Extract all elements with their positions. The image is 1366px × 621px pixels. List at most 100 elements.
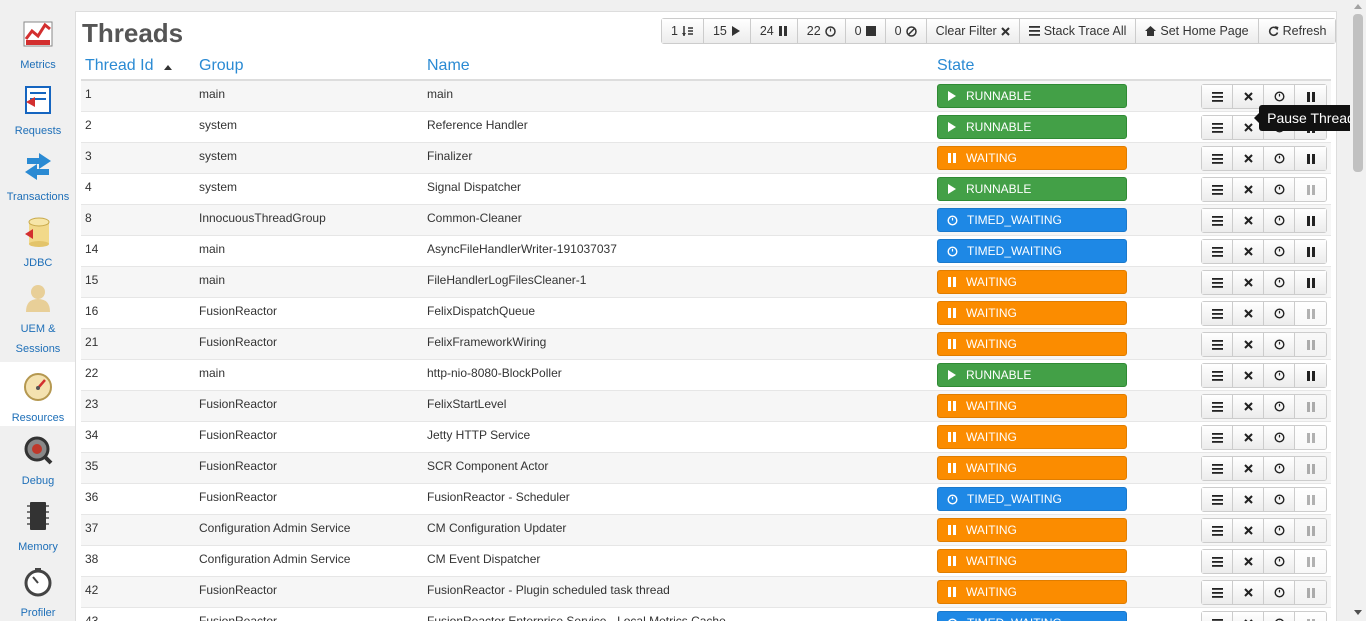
stack-trace-button[interactable] (1202, 395, 1233, 418)
thread-state-badge[interactable]: WAITING (937, 394, 1127, 418)
pause-thread-button[interactable] (1295, 147, 1326, 170)
thread-state-badge[interactable]: WAITING (937, 332, 1127, 356)
kill-thread-button[interactable] (1233, 178, 1264, 201)
thread-state-badge[interactable]: RUNNABLE (937, 115, 1127, 139)
stack-trace-all-button[interactable]: Stack Trace All (1019, 19, 1137, 43)
stack-trace-button[interactable] (1202, 426, 1233, 449)
stack-trace-button[interactable] (1202, 519, 1233, 542)
profile-thread-button[interactable] (1264, 209, 1295, 232)
kill-thread-button[interactable] (1233, 550, 1264, 573)
stack-trace-button[interactable] (1202, 364, 1233, 387)
profile-thread-button[interactable] (1264, 147, 1295, 170)
thread-state-badge[interactable]: WAITING (937, 146, 1127, 170)
stack-trace-button[interactable] (1202, 333, 1233, 356)
profile-thread-button[interactable] (1264, 519, 1295, 542)
column-header-name[interactable]: Name (427, 57, 470, 75)
thread-state-badge[interactable]: RUNNABLE (937, 363, 1127, 387)
profile-thread-button[interactable] (1264, 488, 1295, 511)
pause-thread-button[interactable] (1295, 209, 1326, 232)
sidebar-item-jdbc[interactable]: JDBC (0, 217, 76, 273)
stack-trace-button[interactable] (1202, 85, 1233, 108)
profile-thread-button[interactable] (1264, 271, 1295, 294)
kill-thread-button[interactable] (1233, 209, 1264, 232)
stack-trace-button[interactable] (1202, 178, 1233, 201)
stack-trace-button[interactable] (1202, 488, 1233, 511)
thread-state-badge[interactable]: WAITING (937, 549, 1127, 573)
sidebar-item-debug[interactable]: Debug (0, 435, 76, 491)
thread-state-badge[interactable]: WAITING (937, 301, 1127, 325)
kill-thread-button[interactable] (1233, 240, 1264, 263)
profile-thread-button[interactable] (1264, 302, 1295, 325)
profile-thread-button[interactable] (1264, 581, 1295, 604)
kill-thread-button[interactable] (1233, 457, 1264, 480)
thread-state-badge[interactable]: WAITING (937, 580, 1127, 604)
thread-state-badge[interactable]: RUNNABLE (937, 177, 1127, 201)
stack-trace-button[interactable] (1202, 550, 1233, 573)
filter-runnable-button[interactable]: 15 (703, 19, 751, 43)
kill-thread-button[interactable] (1233, 395, 1264, 418)
profile-thread-button[interactable] (1264, 457, 1295, 480)
sidebar-item-metrics[interactable]: Metrics (0, 19, 76, 75)
scroll-down-arrow-icon[interactable] (1354, 610, 1362, 615)
sidebar-item-profiler[interactable]: Profiler (0, 567, 76, 621)
profile-thread-button[interactable] (1264, 395, 1295, 418)
filter-waiting-button[interactable]: 24 (750, 19, 798, 43)
kill-thread-button[interactable] (1233, 519, 1264, 542)
clear-filter-button[interactable]: Clear Filter (926, 19, 1020, 43)
stack-trace-button[interactable] (1202, 240, 1233, 263)
filter-all-button[interactable]: 1 (662, 19, 704, 43)
pause-thread-button[interactable] (1295, 240, 1326, 263)
profile-thread-button[interactable] (1264, 178, 1295, 201)
filter-timed-waiting-button[interactable]: 22 (797, 19, 846, 43)
kill-thread-button[interactable] (1233, 271, 1264, 294)
scroll-up-arrow-icon[interactable] (1354, 4, 1362, 9)
kill-thread-button[interactable] (1233, 488, 1264, 511)
column-header-thread-id[interactable]: Thread Id (85, 57, 153, 75)
stack-trace-button[interactable] (1202, 612, 1233, 621)
thread-state-badge[interactable]: RUNNABLE (937, 84, 1127, 108)
kill-thread-button[interactable] (1233, 364, 1264, 387)
sidebar-item-uem-sessions[interactable]: UEM & Sessions (0, 283, 76, 359)
thread-state-badge[interactable]: TIMED_WAITING (937, 208, 1127, 232)
stack-trace-button[interactable] (1202, 457, 1233, 480)
profile-thread-button[interactable] (1264, 333, 1295, 356)
kill-thread-button[interactable] (1233, 333, 1264, 356)
thread-state-badge[interactable]: WAITING (937, 456, 1127, 480)
profile-thread-button[interactable] (1264, 240, 1295, 263)
pause-thread-button[interactable] (1295, 364, 1326, 387)
pause-thread-button[interactable] (1295, 271, 1326, 294)
filter-blocked-button[interactable]: 0 (845, 19, 886, 43)
filter-other-button[interactable]: 0 (885, 19, 927, 43)
sidebar-item-memory[interactable]: Memory (0, 501, 76, 557)
column-header-state[interactable]: State (937, 57, 974, 75)
kill-thread-button[interactable] (1233, 302, 1264, 325)
profile-thread-button[interactable] (1264, 364, 1295, 387)
profile-thread-button[interactable] (1264, 426, 1295, 449)
profile-thread-button[interactable] (1264, 550, 1295, 573)
stack-trace-button[interactable] (1202, 209, 1233, 232)
stack-trace-button[interactable] (1202, 116, 1233, 139)
stack-trace-button[interactable] (1202, 581, 1233, 604)
thread-state-badge[interactable]: TIMED_WAITING (937, 611, 1127, 621)
sidebar-item-requests[interactable]: Requests (0, 85, 76, 141)
set-home-page-button[interactable]: Set Home Page (1136, 19, 1259, 43)
kill-thread-button[interactable] (1233, 612, 1264, 621)
sidebar-item-transactions[interactable]: Transactions (0, 151, 76, 207)
sidebar-item-resources[interactable]: Resources (0, 362, 76, 426)
thread-state-badge[interactable]: WAITING (937, 425, 1127, 449)
stack-trace-button[interactable] (1202, 302, 1233, 325)
stack-trace-button[interactable] (1202, 147, 1233, 170)
thread-state-badge[interactable]: WAITING (937, 270, 1127, 294)
kill-thread-button[interactable] (1233, 426, 1264, 449)
thread-state-badge[interactable]: WAITING (937, 518, 1127, 542)
thread-state-badge[interactable]: TIMED_WAITING (937, 239, 1127, 263)
refresh-button[interactable]: Refresh (1258, 19, 1336, 43)
thread-state-badge[interactable]: TIMED_WAITING (937, 487, 1127, 511)
kill-thread-button[interactable] (1233, 147, 1264, 170)
stack-trace-button[interactable] (1202, 271, 1233, 294)
scrollbar-thumb[interactable] (1353, 14, 1363, 172)
column-header-group[interactable]: Group (199, 57, 243, 75)
vertical-scrollbar[interactable] (1350, 0, 1366, 621)
kill-thread-button[interactable] (1233, 581, 1264, 604)
profile-thread-button[interactable] (1264, 612, 1295, 621)
